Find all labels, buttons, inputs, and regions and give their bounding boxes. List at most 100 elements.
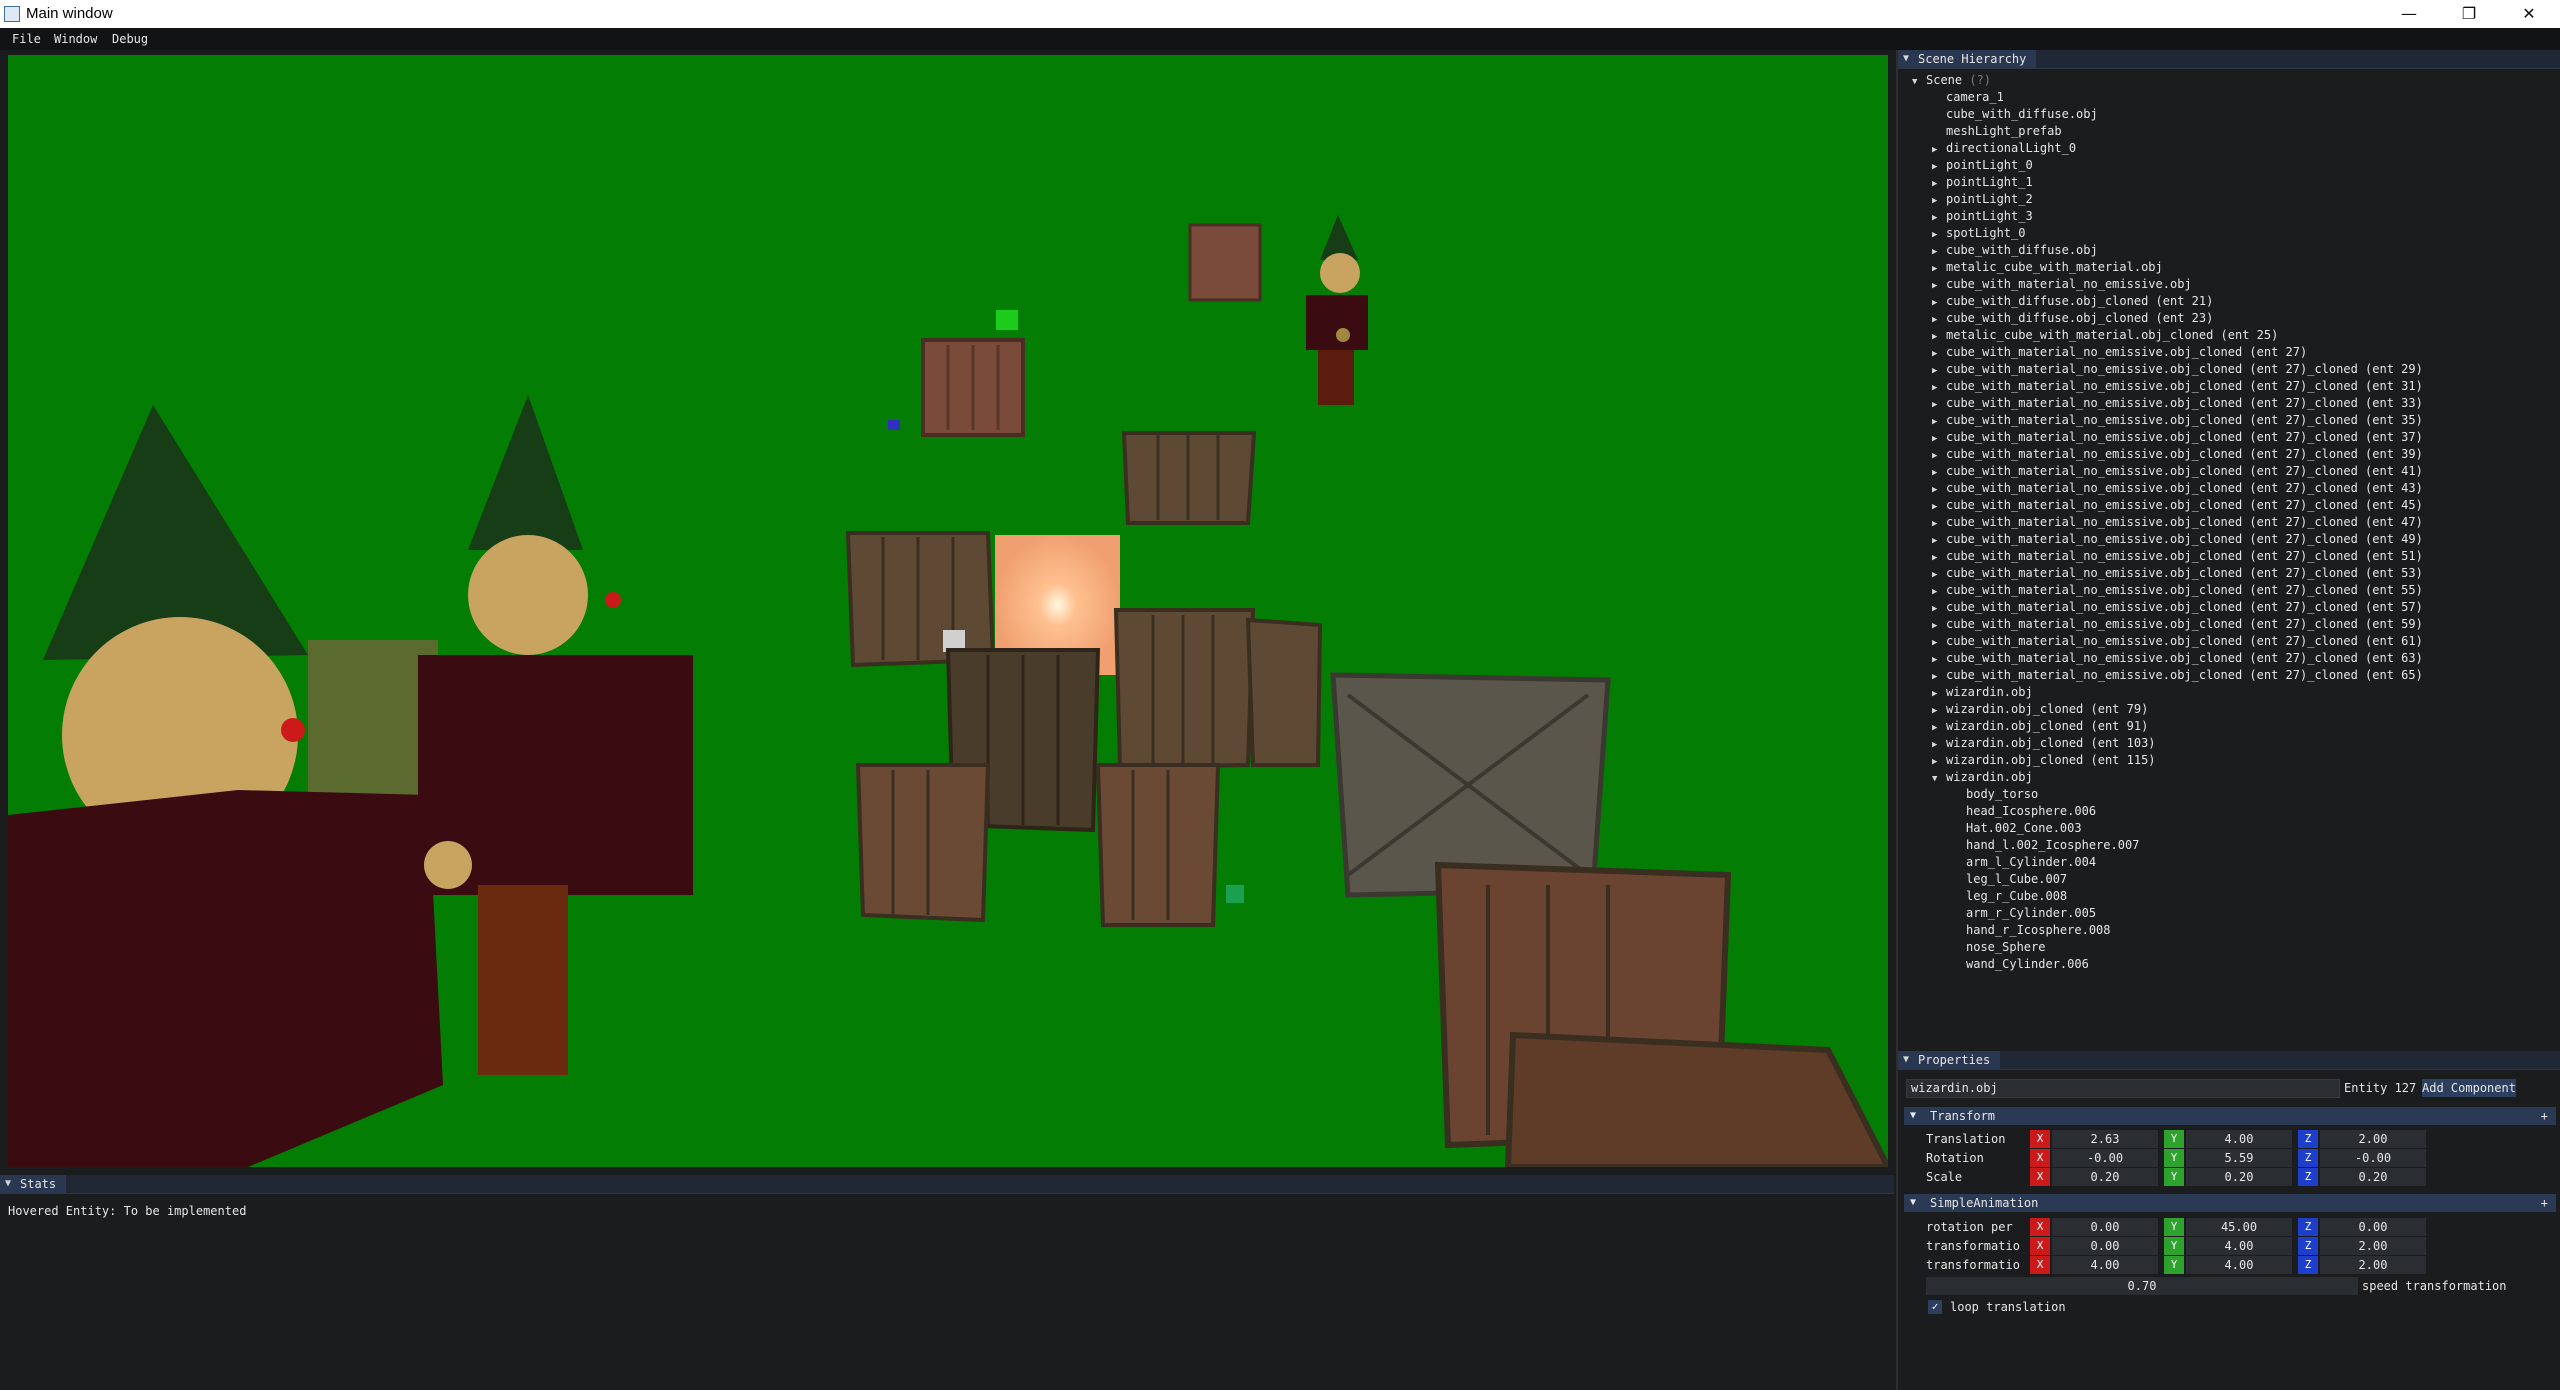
tree-item[interactable]: hand_r_Icosphere.008 <box>1952 922 2111 939</box>
tree-item[interactable]: ▼ Scene (?) <box>1912 72 1991 89</box>
minimize-button[interactable]: — <box>2380 0 2438 28</box>
animation-menu-button[interactable]: + <box>2541 1194 2548 1212</box>
tree-item[interactable]: ▶ cube_with_diffuse.obj <box>1932 242 2098 259</box>
tree-item[interactable]: ▶ cube_with_material_no_emissive.obj_clon… <box>1932 361 2423 378</box>
tree-item[interactable]: leg_r_Cube.008 <box>1952 888 2067 905</box>
transform-y-input[interactable]: 0.20 <box>2186 1168 2292 1186</box>
tree-item[interactable]: ▶ cube_with_material_no_emissive.obj_clon… <box>1932 650 2423 667</box>
expanded-arrow-icon[interactable]: ▼ <box>1912 74 1926 91</box>
collapse-icon[interactable]: ▼ <box>5 1175 11 1193</box>
animation-y-input[interactable]: 45.00 <box>2186 1218 2292 1236</box>
tree-item[interactable]: ▶ wizardin.obj <box>1932 684 2033 701</box>
tree-item[interactable]: ▶ cube_with_material_no_emissive.obj_clon… <box>1932 616 2423 633</box>
tree-item[interactable]: ▶ wizardin.obj_cloned (ent 91) <box>1932 718 2148 735</box>
tree-item[interactable]: ▼ wizardin.obj <box>1932 769 2033 786</box>
transform-z-input[interactable]: 2.00 <box>2320 1130 2426 1148</box>
collapse-icon[interactable]: ▼ <box>1910 1107 1916 1125</box>
tree-item[interactable]: ▶ spotLight_0 <box>1932 225 2025 242</box>
scene-viewport[interactable] <box>8 55 1888 1167</box>
tree-item[interactable]: ▶ metalic_cube_with_material.obj_cloned (… <box>1932 327 2278 344</box>
simple-animation-header[interactable]: ▼ SimpleAnimation + <box>1904 1194 2556 1212</box>
tree-item[interactable]: ▶ wizardin.obj_cloned (ent 79) <box>1932 701 2148 718</box>
tree-item[interactable]: ▶ cube_with_material_no_emissive.obj_clon… <box>1932 514 2423 531</box>
transform-header[interactable]: ▼ Transform + <box>1904 1107 2556 1125</box>
transform-x-input[interactable]: 2.63 <box>2052 1130 2158 1148</box>
transform-menu-button[interactable]: + <box>2541 1107 2548 1125</box>
tree-item[interactable]: wand_Cylinder.006 <box>1952 956 2089 973</box>
animation-y-input[interactable]: 4.00 <box>2186 1256 2292 1274</box>
collapse-icon[interactable]: ▼ <box>1903 1051 1909 1069</box>
tree-item-label: cube_with_material_no_emissive.obj_clone… <box>1946 566 2423 580</box>
animation-x-input[interactable]: 0.00 <box>2052 1218 2158 1236</box>
tree-item[interactable]: ▶ cube_with_diffuse.obj_cloned (ent 23) <box>1932 310 2213 327</box>
close-button[interactable]: ✕ <box>2500 0 2558 28</box>
tree-item[interactable]: ▶ cube_with_material_no_emissive.obj_clon… <box>1932 565 2423 582</box>
tree-item[interactable]: ▶ cube_with_material_no_emissive.obj_clon… <box>1932 429 2423 446</box>
tree-item[interactable]: ▶ wizardin.obj_cloned (ent 103) <box>1932 735 2156 752</box>
tree-item[interactable]: ▶ cube_with_material_no_emissive.obj_clon… <box>1932 378 2423 395</box>
tree-item[interactable]: camera_1 <box>1932 89 2004 106</box>
transform-y-input[interactable]: 5.59 <box>2186 1149 2292 1167</box>
animation-z-input[interactable]: 2.00 <box>2320 1237 2426 1255</box>
tree-item[interactable]: hand_l.002_Icosphere.007 <box>1952 837 2139 854</box>
tree-item[interactable]: ▶ cube_with_material_no_emissive.obj_clon… <box>1932 395 2423 412</box>
animation-x-input[interactable]: 0.00 <box>2052 1237 2158 1255</box>
properties-tab[interactable]: ▼ Properties <box>1898 1051 2001 1069</box>
transform-y-input[interactable]: 4.00 <box>2186 1130 2292 1148</box>
transform-x-input[interactable]: -0.00 <box>2052 1149 2158 1167</box>
speed-transformation-slider[interactable]: 0.70 <box>1926 1277 2358 1295</box>
tree-item[interactable]: ▶ cube_with_material_no_emissive.obj_clon… <box>1932 582 2423 599</box>
tree-item[interactable]: Hat.002_Cone.003 <box>1952 820 2082 837</box>
tree-item[interactable]: ▶ cube_with_material_no_emissive.obj_clon… <box>1932 480 2423 497</box>
tree-item[interactable]: ▶ cube_with_diffuse.obj_cloned (ent 21) <box>1932 293 2213 310</box>
transform-z-input[interactable]: -0.00 <box>2320 1149 2426 1167</box>
tree-item[interactable]: ▶ cube_with_material_no_emissive.obj_clon… <box>1932 599 2423 616</box>
tree-item[interactable]: ▶ cube_with_material_no_emissive.obj <box>1932 276 2192 293</box>
tree-item[interactable]: cube_with_diffuse.obj <box>1932 106 2098 123</box>
tree-item[interactable]: nose_Sphere <box>1952 939 2045 956</box>
tree-item[interactable]: ▶ cube_with_material_no_emissive.obj_clon… <box>1932 497 2423 514</box>
tree-item[interactable]: ▶ cube_with_material_no_emissive.obj_clon… <box>1932 548 2423 565</box>
menu-debug[interactable]: Debug <box>112 32 148 46</box>
stats-tab[interactable]: ▼ Stats <box>0 1175 67 1193</box>
tree-item[interactable]: ▶ wizardin.obj_cloned (ent 115) <box>1932 752 2156 769</box>
menu-window[interactable]: Window <box>54 32 97 46</box>
animation-z-input[interactable]: 0.00 <box>2320 1218 2426 1236</box>
tree-item[interactable]: head_Icosphere.006 <box>1952 803 2096 820</box>
restore-button[interactable]: ❐ <box>2440 0 2498 28</box>
tree-item[interactable]: ▶ cube_with_material_no_emissive.obj_clon… <box>1932 633 2423 650</box>
tree-item[interactable]: ▶ cube_with_material_no_emissive.obj_clon… <box>1932 463 2423 480</box>
tree-item-label: nose_Sphere <box>1966 940 2046 954</box>
tree-item[interactable]: arm_r_Cylinder.005 <box>1952 905 2096 922</box>
tree-item[interactable]: ▶ cube_with_material_no_emissive.obj_clon… <box>1932 446 2423 463</box>
expanded-arrow-icon[interactable]: ▼ <box>1932 771 1946 788</box>
animation-y-input[interactable]: 4.00 <box>2186 1237 2292 1255</box>
tree-item[interactable]: ▶ cube_with_material_no_emissive.obj_clon… <box>1932 531 2423 548</box>
help-marker[interactable]: (?) <box>1962 73 1991 87</box>
tree-item[interactable]: meshLight_prefab <box>1932 123 2062 140</box>
add-component-button[interactable]: Add Component <box>2422 1079 2516 1097</box>
tree-item[interactable]: leg_l_Cube.007 <box>1952 871 2067 888</box>
tree-item-label: cube_with_material_no_emissive.obj_clone… <box>1946 583 2423 597</box>
tree-item[interactable]: ▶ pointLight_3 <box>1932 208 2033 225</box>
tree-item[interactable]: ▶ pointLight_2 <box>1932 191 2033 208</box>
transform-z-input[interactable]: 0.20 <box>2320 1168 2426 1186</box>
tree-item[interactable]: arm_l_Cylinder.004 <box>1952 854 2096 871</box>
tree-item[interactable]: ▶ metalic_cube_with_material.obj <box>1932 259 2163 276</box>
tree-item[interactable]: ▶ pointLight_1 <box>1932 174 2033 191</box>
loop-translation-checkbox[interactable]: ✓ <box>1928 1300 1942 1314</box>
collapse-icon[interactable]: ▼ <box>1910 1194 1916 1212</box>
hierarchy-tab[interactable]: ▼ Scene Hierarchy <box>1898 50 2037 68</box>
animation-z-input[interactable]: 2.00 <box>2320 1256 2426 1274</box>
tree-item[interactable]: ▶ directionalLight_0 <box>1932 140 2076 157</box>
tree-item[interactable]: ▶ cube_with_material_no_emissive.obj_clon… <box>1932 667 2423 684</box>
tree-item[interactable]: body_torso <box>1952 786 2038 803</box>
menu-file[interactable]: File <box>12 32 41 46</box>
tree-item[interactable]: ▶ cube_with_material_no_emissive.obj_clon… <box>1932 412 2423 429</box>
transform-x-input[interactable]: 0.20 <box>2052 1168 2158 1186</box>
animation-x-input[interactable]: 4.00 <box>2052 1256 2158 1274</box>
tree-item[interactable]: ▶ pointLight_0 <box>1932 157 2033 174</box>
entity-name-input[interactable]: wizardin.obj <box>1906 1079 2340 1098</box>
collapse-icon[interactable]: ▼ <box>1903 50 1909 68</box>
tree-item[interactable]: ▶ cube_with_material_no_emissive.obj_clon… <box>1932 344 2307 361</box>
